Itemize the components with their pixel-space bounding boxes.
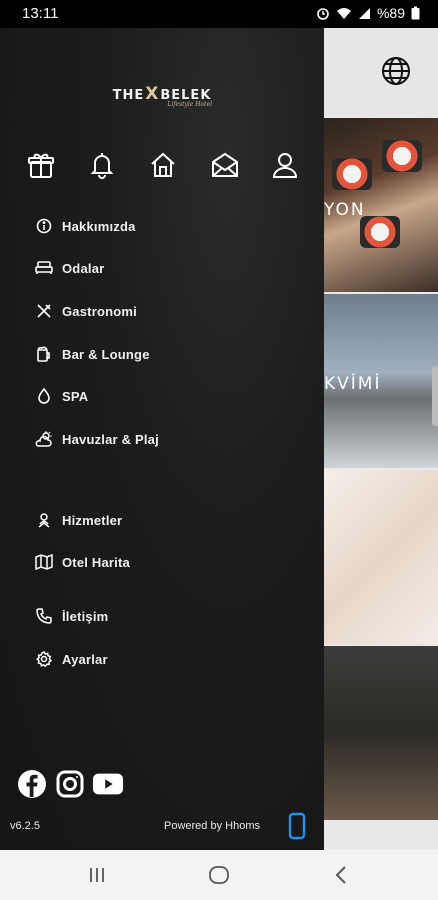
navigation-drawer: THEXBELEK Lifestyle Hotel Hakkımızda Oda…	[0, 28, 324, 850]
gastronomy-card[interactable]: YON	[324, 118, 438, 292]
logo-text-left: THE	[112, 88, 145, 103]
user-icon	[272, 153, 298, 178]
system-nav-bar	[0, 850, 438, 900]
menu-item-hizmetler[interactable]: Hizmetler	[34, 508, 122, 532]
battery-icon	[411, 6, 420, 20]
powered-by[interactable]: Powered by Hhoms	[164, 820, 260, 832]
recent-apps-button[interactable]	[86, 864, 108, 886]
event-card[interactable]: KVİMİ	[324, 294, 438, 468]
beer-icon	[34, 344, 54, 364]
menu-label: Bar & Lounge	[62, 346, 150, 362]
menu-label: Gastronomi	[62, 303, 137, 319]
brand-logo: THEXBELEK Lifestyle Hotel	[106, 84, 218, 112]
home-nav-button[interactable]	[208, 864, 230, 886]
status-bar: 13:11 %89	[0, 0, 438, 28]
menu-label: Odalar	[62, 260, 105, 276]
instagram-button[interactable]	[54, 768, 86, 800]
card-label: YON	[324, 200, 366, 220]
messages-button[interactable]	[208, 148, 242, 182]
back-icon	[335, 866, 346, 884]
home-icon	[151, 152, 175, 177]
facebook-icon	[18, 770, 46, 798]
status-time: 13:11	[22, 5, 59, 22]
menu-label: Havuzlar & Plaj	[62, 431, 159, 447]
facebook-button[interactable]	[16, 768, 48, 800]
background-app: YON KVİMİ	[324, 28, 438, 850]
menu-item-gastronomi[interactable]: Gastronomi	[34, 299, 137, 323]
menu-item-bar-lounge[interactable]: Bar & Lounge	[34, 342, 150, 366]
map-icon	[34, 552, 54, 572]
globe-icon	[382, 57, 410, 85]
youtube-button[interactable]	[92, 768, 124, 800]
background-header	[324, 28, 438, 116]
logo-x: X	[145, 84, 160, 104]
settings-icon	[34, 649, 54, 669]
sushi-image	[382, 140, 422, 172]
card-label: KVİMİ	[324, 374, 382, 394]
menu-item-spa[interactable]: SPA	[34, 384, 88, 408]
menu-label: Hizmetler	[62, 512, 123, 528]
status-icons: %89	[316, 5, 420, 21]
back-button[interactable]	[330, 864, 352, 886]
edge-handle[interactable]	[432, 366, 438, 426]
rooms-card[interactable]	[324, 470, 438, 644]
signal-icon	[358, 7, 370, 19]
wifi-icon	[336, 7, 351, 19]
menu-item-hakkimizda[interactable]: Hakkımızda	[34, 214, 136, 238]
menu-label: Otel Harita	[62, 554, 130, 570]
drop-icon	[34, 386, 54, 406]
lounge-card[interactable]	[324, 646, 438, 820]
alarm-icon	[317, 8, 329, 20]
instagram-icon	[56, 770, 84, 798]
bed-icon	[34, 258, 54, 278]
profile-button[interactable]	[268, 148, 302, 182]
gift-icon	[28, 153, 54, 178]
menu-label: Hakkımızda	[62, 218, 136, 234]
menu-item-ayarlar[interactable]: Ayarlar	[34, 647, 108, 671]
app-version: v6.2.5	[10, 820, 40, 832]
quick-actions	[22, 148, 312, 182]
sun-cloud-icon	[34, 429, 54, 449]
recents-icon	[90, 868, 104, 882]
language-button[interactable]	[380, 55, 412, 87]
menu-label: Ayarlar	[62, 651, 108, 667]
sushi-image	[360, 216, 400, 248]
menu-label: SPA	[62, 388, 89, 404]
menu-item-iletisim[interactable]: İletişim	[34, 604, 108, 628]
home-button[interactable]	[146, 148, 180, 182]
mail-icon	[212, 152, 238, 177]
sushi-image	[332, 158, 372, 190]
menu-label: İletişim	[62, 608, 109, 624]
menu-item-odalar[interactable]: Odalar	[34, 256, 104, 280]
phone-icon	[34, 606, 54, 626]
home-circle-icon	[209, 866, 229, 884]
notifications-button[interactable]	[85, 148, 119, 182]
info-icon	[34, 216, 54, 236]
battery-text: %89	[376, 5, 405, 21]
menu-item-havuzlar-plaj[interactable]: Havuzlar & Plaj	[34, 427, 159, 451]
gift-button[interactable]	[24, 148, 58, 182]
hhoms-logo-icon[interactable]	[288, 812, 306, 840]
concierge-icon	[34, 510, 54, 530]
bell-icon	[90, 153, 114, 179]
menu-item-otel-harita[interactable]: Otel Harita	[34, 550, 130, 574]
utensils-icon	[34, 301, 54, 321]
youtube-icon	[92, 773, 124, 795]
